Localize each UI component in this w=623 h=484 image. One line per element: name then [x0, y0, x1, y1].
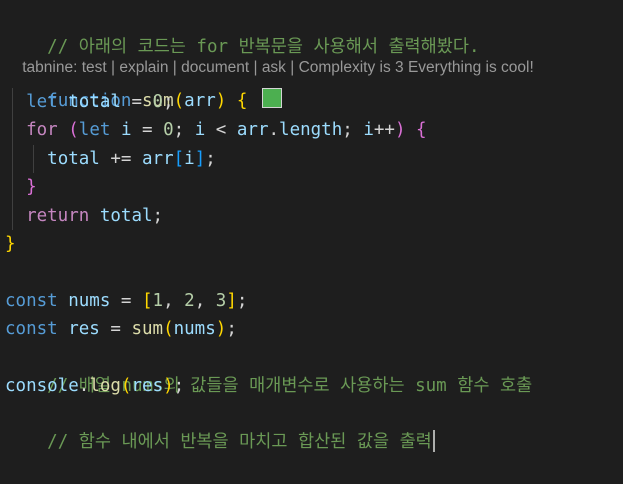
comment: // 함수 내에서 반복을 마치고 합산된 값을 출력: [47, 432, 432, 452]
operator: =: [131, 120, 164, 140]
code-line[interactable]: // 함수 내에서 반복을 마치고 합산된 값을 출력: [5, 400, 435, 452]
code-line[interactable]: let total = 0;: [5, 88, 174, 116]
semicolon: ;: [226, 319, 237, 339]
number: 0: [163, 120, 174, 140]
semicolon: ;: [173, 376, 185, 396]
brace: {: [416, 120, 427, 140]
keyword: for: [26, 120, 58, 140]
number: 1: [152, 291, 164, 311]
argument: nums: [173, 319, 216, 339]
operator: ++: [373, 120, 395, 140]
tabnine-codelens: tabnine: test | explain | document | ask…: [5, 35, 534, 76]
code-editor[interactable]: // 아래의 코드는 for 반복문을 사용해서 출력해봤다. tabnine:…: [0, 0, 623, 452]
semicolon: ;: [205, 149, 216, 169]
number: 2: [184, 291, 195, 311]
number: 3: [215, 291, 227, 311]
property: length: [279, 120, 343, 140]
variable: i: [120, 120, 132, 140]
operator: <: [205, 120, 237, 140]
brace: {: [236, 91, 248, 111]
code-line[interactable]: total += arr[i];: [5, 145, 216, 173]
bracket: ]: [194, 149, 206, 169]
argument: res: [131, 376, 164, 396]
operator: =: [99, 319, 132, 339]
variable: total: [68, 92, 121, 112]
code-line[interactable]: for (let i = 0; i < arr.length; i++) {: [5, 116, 427, 144]
code-line[interactable]: const nums = [1, 2, 3];: [5, 287, 247, 315]
code-line[interactable]: const res = sum(nums);: [5, 315, 237, 343]
variable: i: [184, 149, 195, 169]
keyword: let: [26, 92, 58, 112]
number: 0: [152, 92, 164, 112]
object: console: [5, 376, 79, 396]
separator: |: [285, 59, 299, 76]
variable: arr: [142, 149, 174, 169]
variable: i: [194, 120, 206, 140]
code-line[interactable]: }: [5, 230, 16, 258]
paren: ): [215, 91, 227, 111]
variable: i: [363, 120, 374, 140]
keyword: return: [26, 206, 90, 226]
keyword: const: [5, 291, 58, 311]
code-line[interactable]: // 아래의 코드는 for 반복문을 사용해서 출력해봤다.: [5, 5, 479, 57]
keyword: const: [5, 319, 58, 339]
paren: ): [215, 319, 227, 339]
variable: total: [47, 149, 100, 169]
paren: ): [394, 120, 406, 140]
operator: =: [120, 92, 153, 112]
function-call: sum: [131, 319, 164, 339]
variable: nums: [68, 291, 111, 311]
paren: (: [68, 120, 79, 140]
code-line[interactable]: console.log(res);: [5, 372, 184, 400]
semicolon: ;: [173, 120, 195, 140]
comma: ,: [194, 291, 216, 311]
comma: ,: [163, 291, 185, 311]
semicolon: ;: [152, 206, 164, 226]
semicolon: ;: [342, 120, 364, 140]
dot: .: [78, 376, 90, 396]
text-cursor: [432, 430, 435, 452]
dot: .: [268, 120, 280, 140]
color-swatch[interactable]: [261, 88, 282, 108]
variable: res: [68, 319, 100, 339]
paren: ): [163, 376, 174, 396]
brace: }: [5, 234, 16, 254]
paren: (: [173, 91, 185, 111]
bracket: [: [173, 149, 185, 169]
paren: (: [163, 319, 174, 339]
code-line[interactable]: function sum(arr) {: [5, 59, 282, 111]
operator: +=: [99, 149, 142, 169]
keyword: let: [78, 120, 111, 140]
semicolon: ;: [163, 92, 174, 112]
bracket: ]: [226, 291, 237, 311]
variable: arr: [236, 120, 269, 140]
code-line[interactable]: return total;: [5, 202, 163, 230]
operator: =: [110, 291, 142, 311]
variable: total: [99, 206, 153, 226]
bracket: [: [142, 291, 153, 311]
brace: }: [26, 177, 37, 197]
codelens-complexity[interactable]: Complexity is 3 Everything is cool!: [299, 59, 534, 76]
parameter: arr: [184, 91, 216, 111]
paren: (: [120, 376, 132, 396]
code-line[interactable]: // 배열 nums의 값들을 매개변수로 사용하는 sum 함수 호출: [5, 344, 532, 396]
code-line[interactable]: }: [5, 173, 37, 201]
method: log: [89, 376, 121, 396]
semicolon: ;: [236, 291, 248, 311]
